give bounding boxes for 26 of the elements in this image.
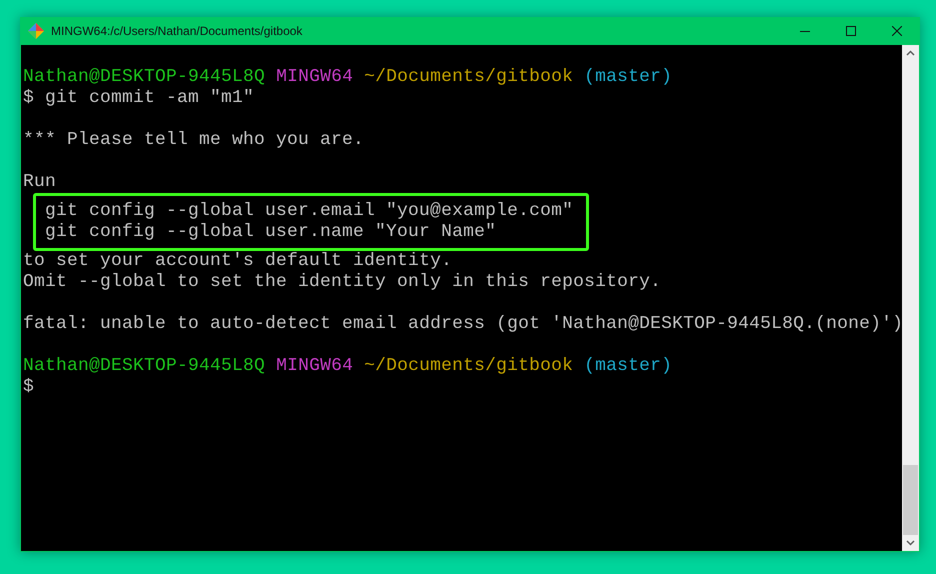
terminal-line: Run	[23, 172, 56, 192]
prompt-path: ~/Documents/gitbook	[364, 67, 574, 87]
terminal-line: fatal: unable to auto-detect email address (got 'Nathan@DESKTOP-9445L8Q.(none)')	[23, 314, 902, 334]
prompt-user: Nathan@DESKTOP-9445L8Q	[23, 356, 266, 376]
terminal-line: Omit --global to set the identity only in this repository.	[23, 272, 662, 292]
scroll-down-icon[interactable]	[906, 540, 915, 546]
scroll-thumb[interactable]	[903, 465, 918, 535]
prompt-branch: (master)	[584, 67, 672, 87]
scroll-up-icon[interactable]	[906, 50, 915, 56]
prompt-path: ~/Documents/gitbook	[364, 356, 574, 376]
prompt-shell: MINGW64	[276, 67, 354, 87]
window-title: MINGW64:/c/Users/Nathan/Documents/gitbook	[51, 23, 302, 40]
prompt-shell: MINGW64	[276, 356, 354, 376]
terminal-line: *** Please tell me who you are.	[23, 130, 364, 150]
terminal-line: git config --global user.name "Your Name"	[45, 222, 496, 242]
terminal-line: to set your account's default identity.	[23, 251, 452, 271]
prompt-user: Nathan@DESKTOP-9445L8Q	[23, 67, 266, 87]
terminal-line: $ git commit -am "m1"	[23, 88, 254, 108]
close-icon	[892, 26, 902, 36]
app-icon	[28, 23, 44, 39]
scrollbar[interactable]	[902, 45, 919, 551]
terminal-line: $	[23, 377, 34, 397]
maximize-icon	[846, 26, 856, 36]
terminal-line: git config --global user.email "you@example.com"	[45, 201, 574, 221]
minimize-icon	[800, 30, 810, 32]
prompt-branch: (master)	[584, 356, 672, 376]
